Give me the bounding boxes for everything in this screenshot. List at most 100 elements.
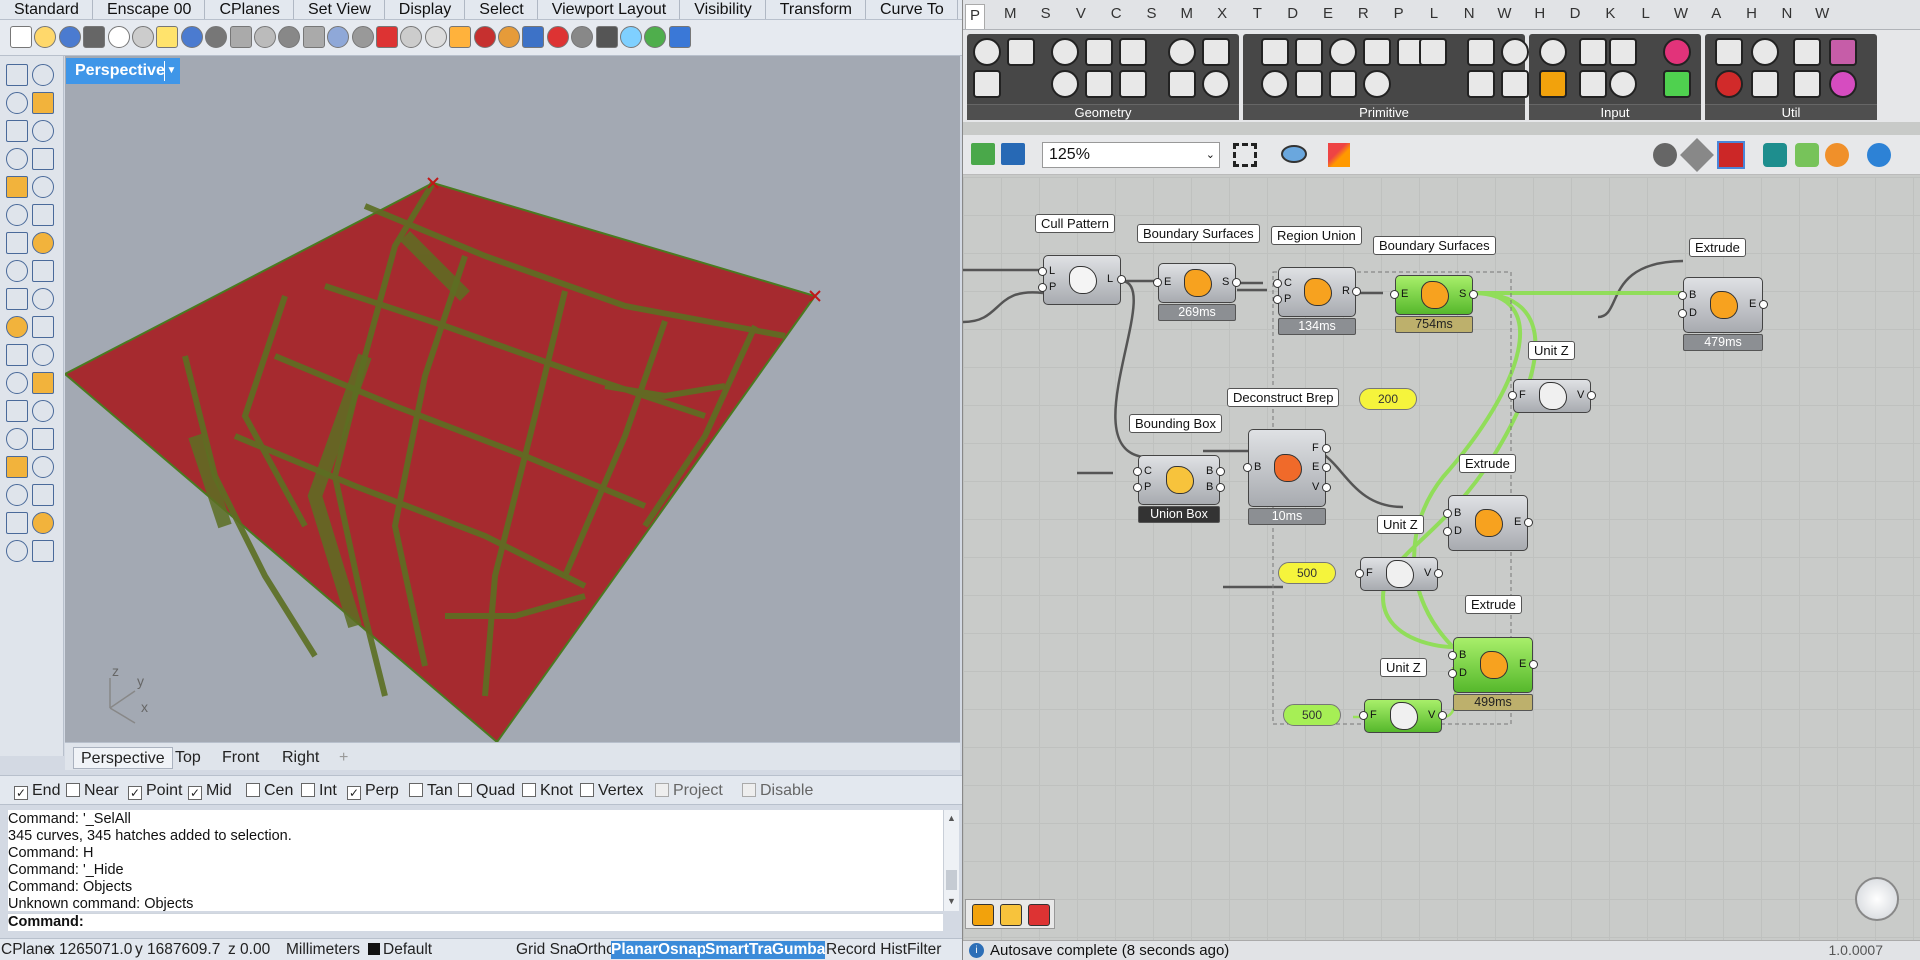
output-grip[interactable] bbox=[1322, 482, 1331, 492]
osnap-disable[interactable]: Disable bbox=[742, 782, 813, 800]
output-grip[interactable] bbox=[1759, 300, 1768, 309]
input-grip[interactable] bbox=[1443, 508, 1452, 518]
rhino-menu-tab[interactable]: Enscape 00 bbox=[93, 0, 206, 19]
surface-icon[interactable] bbox=[6, 540, 28, 562]
cut-icon[interactable] bbox=[132, 26, 154, 48]
add-viewport-icon[interactable]: + bbox=[332, 747, 355, 769]
array-icon[interactable] bbox=[32, 288, 54, 310]
osnap-checkbox[interactable]: ✓ bbox=[188, 786, 202, 800]
copy-icon[interactable] bbox=[156, 26, 179, 48]
status-toggle-planar[interactable]: Planar bbox=[611, 941, 659, 959]
zoom-selected-icon[interactable] bbox=[351, 26, 374, 48]
fillet-icon[interactable] bbox=[6, 372, 28, 394]
osnap-near[interactable]: Near bbox=[66, 782, 119, 800]
zoom-extents-icon[interactable] bbox=[327, 26, 350, 48]
gh-tab[interactable]: S bbox=[1036, 5, 1056, 22]
osnap-checkbox[interactable]: ✓ bbox=[14, 786, 28, 800]
point-icon[interactable] bbox=[32, 64, 54, 86]
osnap-checkbox[interactable] bbox=[301, 783, 315, 797]
ribbon-component-icon[interactable] bbox=[1715, 38, 1743, 66]
ribbon-component-icon[interactable] bbox=[1261, 70, 1289, 98]
status-toggle-smarttra[interactable]: SmartTra bbox=[705, 941, 773, 959]
boolean-icon[interactable] bbox=[32, 260, 54, 282]
ribbon-component-icon[interactable] bbox=[1467, 70, 1495, 98]
analyze-icon[interactable] bbox=[32, 344, 54, 366]
ribbon-component-icon[interactable] bbox=[1579, 70, 1607, 98]
rectangle-icon[interactable] bbox=[32, 484, 54, 506]
gh-tab[interactable]: H bbox=[1742, 5, 1762, 22]
rhino-menu-tab[interactable]: Transform bbox=[766, 0, 866, 19]
grid-icon[interactable] bbox=[376, 26, 398, 48]
input-grip[interactable] bbox=[1448, 650, 1457, 660]
ribbon-component-icon[interactable] bbox=[1007, 38, 1035, 66]
colour-preview-icon[interactable] bbox=[1825, 143, 1849, 167]
ellipse-icon[interactable] bbox=[32, 456, 54, 478]
ribbon-component-icon[interactable] bbox=[1051, 38, 1079, 66]
ribbon-component-icon[interactable] bbox=[1579, 38, 1607, 66]
number-slider-500[interactable]: 500 bbox=[1278, 562, 1336, 584]
input-grip[interactable] bbox=[1355, 569, 1364, 578]
output-grip[interactable] bbox=[1434, 569, 1443, 578]
number-slider-500-green[interactable]: 500 bbox=[1283, 704, 1341, 726]
dimension-icon[interactable] bbox=[6, 316, 28, 338]
extrude-icon[interactable] bbox=[32, 204, 54, 226]
open-file-icon[interactable] bbox=[34, 26, 57, 48]
preview-eye-icon[interactable] bbox=[1281, 145, 1307, 163]
osnap-checkbox[interactable] bbox=[522, 783, 536, 797]
ribbon-component-icon[interactable] bbox=[1609, 38, 1637, 66]
rhino-menu-tab[interactable]: Display bbox=[385, 0, 466, 19]
enscape-icon[interactable] bbox=[644, 26, 667, 48]
ribbon-component-icon[interactable] bbox=[1295, 70, 1323, 98]
paint-icon[interactable] bbox=[498, 26, 520, 48]
output-grip[interactable] bbox=[1216, 466, 1225, 476]
gh-tab[interactable]: D bbox=[1565, 5, 1585, 22]
gh-tab[interactable]: P bbox=[965, 4, 985, 29]
osnap-checkbox[interactable] bbox=[655, 783, 669, 797]
save-file-icon[interactable] bbox=[1001, 143, 1025, 165]
rhino-menu-tab[interactable]: CPlanes bbox=[205, 0, 294, 19]
ribbon-component-icon[interactable] bbox=[1119, 38, 1147, 66]
extrude-icon[interactable] bbox=[32, 540, 54, 562]
osnap-checkbox[interactable] bbox=[66, 783, 80, 797]
ribbon-component-icon[interactable] bbox=[1829, 70, 1857, 98]
gh-tab[interactable]: C bbox=[1106, 5, 1126, 22]
viewport-title-tab[interactable]: Perspective bbox=[66, 58, 180, 84]
zoom-extents-icon[interactable] bbox=[1233, 143, 1257, 167]
car-icon[interactable] bbox=[400, 26, 423, 48]
polygon-icon[interactable] bbox=[6, 176, 28, 198]
light-icon[interactable] bbox=[449, 26, 472, 48]
gh-tab[interactable]: X bbox=[1212, 5, 1232, 22]
output-grip[interactable] bbox=[1469, 290, 1478, 299]
ribbon-component-icon[interactable] bbox=[1539, 38, 1567, 66]
output-grip[interactable] bbox=[1438, 711, 1447, 720]
ribbon-component-icon[interactable] bbox=[1715, 70, 1743, 98]
preview-mode-icon[interactable] bbox=[1653, 143, 1677, 167]
osnap-checkbox[interactable] bbox=[458, 783, 472, 797]
shaded-preview-icon[interactable] bbox=[1717, 141, 1745, 169]
ribbon-component-icon[interactable] bbox=[1501, 70, 1529, 98]
input-grip[interactable] bbox=[1133, 466, 1142, 476]
gh-tab[interactable]: A bbox=[1706, 5, 1726, 22]
input-grip[interactable] bbox=[1038, 266, 1047, 276]
favorite-component-icon[interactable] bbox=[972, 904, 994, 926]
osnap-quad[interactable]: Quad bbox=[458, 782, 515, 800]
solid-icon[interactable] bbox=[32, 232, 54, 254]
ellipse-icon[interactable] bbox=[32, 120, 54, 142]
osnap-int[interactable]: Int bbox=[301, 782, 337, 800]
lock-icon[interactable] bbox=[424, 26, 447, 48]
ribbon-component-icon[interactable] bbox=[1419, 38, 1447, 66]
open-file-icon[interactable] bbox=[971, 143, 995, 165]
ribbon-component-icon[interactable] bbox=[1329, 70, 1357, 98]
osnap-point[interactable]: ✓ Point bbox=[128, 782, 182, 800]
viewport-menu-arrow[interactable]: ▼ bbox=[164, 61, 178, 81]
ribbon-component-icon[interactable] bbox=[1793, 38, 1821, 66]
gh-tab[interactable]: R bbox=[1353, 5, 1373, 22]
ribbon-component-icon[interactable] bbox=[1829, 38, 1857, 66]
rhino-menu-tab[interactable]: Viewport Layout bbox=[538, 0, 681, 19]
ribbon-component-icon[interactable] bbox=[1751, 70, 1779, 98]
tab-front[interactable]: Front bbox=[215, 747, 266, 769]
rhino-menu-tab[interactable]: Set View bbox=[294, 0, 385, 19]
gh-tab[interactable]: L bbox=[1424, 5, 1444, 22]
paste-icon[interactable] bbox=[180, 26, 203, 48]
curve-icon[interactable] bbox=[32, 428, 54, 450]
